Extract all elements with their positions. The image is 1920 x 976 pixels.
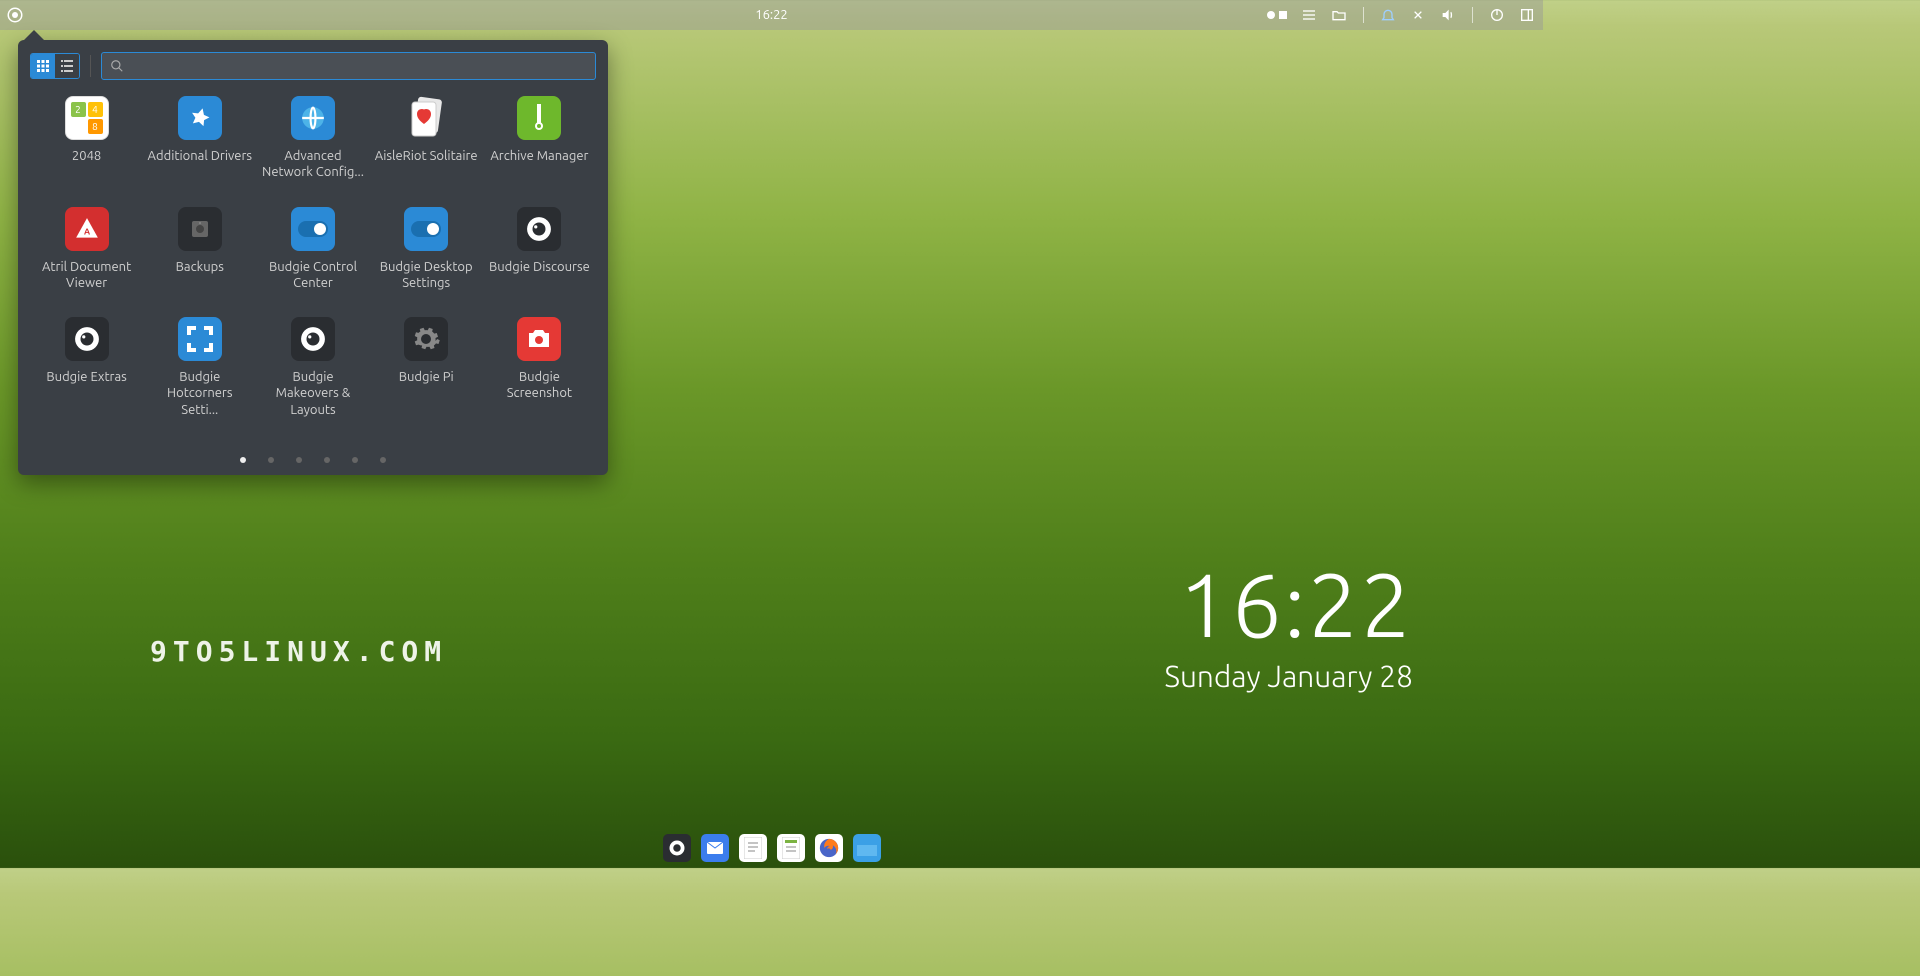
watermark-text: 9TO5LINUX.COM	[150, 635, 447, 668]
app-label: Advanced Network Config...	[260, 148, 365, 181]
app-additional-drivers[interactable]: Additional Drivers	[143, 96, 256, 181]
dock-firefox-icon[interactable]	[815, 834, 843, 862]
gear-icon	[404, 317, 448, 361]
dock-mail-icon[interactable]	[701, 834, 729, 862]
page-indicator	[240, 457, 386, 463]
budgie-logo-icon	[65, 317, 109, 361]
search-input[interactable]	[124, 59, 587, 73]
page-dot[interactable]	[352, 457, 358, 463]
page-dot[interactable]	[240, 457, 246, 463]
svg-text:A: A	[84, 226, 90, 236]
dock-budgie-icon[interactable]	[663, 834, 691, 862]
page-dot[interactable]	[296, 457, 302, 463]
app-2048[interactable]: 24 8 2048	[30, 96, 143, 181]
dock	[661, 832, 883, 864]
drivers-icon	[178, 96, 222, 140]
panel-clock[interactable]: 16:22	[755, 8, 788, 22]
budgie-menu-button[interactable]	[0, 0, 30, 30]
dock-notes-icon[interactable]	[777, 834, 805, 862]
page-dot[interactable]	[324, 457, 330, 463]
archive-icon	[517, 96, 561, 140]
list-view-button[interactable]	[55, 54, 79, 78]
app-desktop-settings[interactable]: Budgie Desktop Settings	[370, 207, 483, 292]
page-dot[interactable]	[380, 457, 386, 463]
app-grid: 24 8 2048 Additional Drivers Advanced Net…	[30, 96, 596, 426]
app-solitaire[interactable]: AisleRiot Solitaire	[370, 96, 483, 181]
app-makeovers[interactable]: Budgie Makeovers & Layouts	[256, 317, 369, 418]
app-label: Budgie Hotcorners Setti...	[147, 369, 252, 418]
app-label: Backups	[176, 259, 224, 275]
search-icon	[110, 59, 124, 73]
toggle-icon	[291, 207, 335, 251]
app-label: Budgie Makeovers & Layouts	[260, 369, 365, 418]
app-2048-icon: 24 8	[65, 96, 109, 140]
volume-icon[interactable]	[1440, 7, 1456, 23]
system-tray	[1267, 0, 1535, 30]
top-panel: 16:22	[0, 0, 1543, 30]
corners-icon	[178, 317, 222, 361]
tray-divider	[1472, 7, 1473, 23]
app-backups[interactable]: Backups	[143, 207, 256, 292]
app-label: Budgie Desktop Settings	[374, 259, 479, 292]
budgie-logo-icon	[291, 317, 335, 361]
menu-icon[interactable]	[1301, 7, 1317, 23]
app-label: Archive Manager	[490, 148, 588, 164]
app-label: Budgie Extras	[46, 369, 126, 385]
toggle-icon	[404, 207, 448, 251]
app-archive-manager[interactable]: Archive Manager	[483, 96, 596, 181]
camera-icon	[517, 317, 561, 361]
header-divider	[90, 55, 91, 77]
svg-text:2: 2	[75, 104, 81, 115]
network-icon[interactable]	[1410, 7, 1426, 23]
search-field-wrap[interactable]	[101, 52, 596, 80]
files-icon[interactable]	[1331, 7, 1347, 23]
power-icon[interactable]	[1489, 7, 1505, 23]
app-label: Additional Drivers	[148, 148, 252, 164]
app-menu: 24 8 2048 Additional Drivers Advanced Net…	[18, 40, 608, 475]
globe-icon	[291, 96, 335, 140]
app-pi[interactable]: Budgie Pi	[370, 317, 483, 418]
dock-files-icon[interactable]	[853, 834, 881, 862]
app-label: Budgie Control Center	[260, 259, 365, 292]
desktop-clock-widget: 16:22 Sunday January 28	[1165, 554, 1414, 693]
app-discourse[interactable]: Budgie Discourse	[483, 207, 596, 292]
recording-indicator-icon[interactable]	[1267, 11, 1287, 19]
sidebar-toggle-icon[interactable]	[1519, 7, 1535, 23]
app-control-center[interactable]: Budgie Control Center	[256, 207, 369, 292]
svg-text:8: 8	[92, 121, 98, 132]
app-label: Budgie Pi	[399, 369, 454, 385]
view-toggle	[30, 53, 80, 79]
budgie-logo-icon	[517, 207, 561, 251]
notifications-icon[interactable]	[1380, 7, 1396, 23]
app-extras[interactable]: Budgie Extras	[30, 317, 143, 418]
app-menu-header	[30, 52, 596, 80]
app-hotcorners[interactable]: Budgie Hotcorners Setti...	[143, 317, 256, 418]
page-dot[interactable]	[268, 457, 274, 463]
dock-text-editor-icon[interactable]	[739, 834, 767, 862]
grid-view-button[interactable]	[31, 54, 55, 78]
cards-icon	[404, 96, 448, 140]
svg-text:4: 4	[92, 104, 98, 115]
app-label: Budgie Screenshot	[487, 369, 592, 402]
tray-divider	[1363, 7, 1364, 23]
app-label: Budgie Discourse	[489, 259, 590, 275]
app-label: AisleRiot Solitaire	[375, 148, 478, 164]
app-network-config[interactable]: Advanced Network Config...	[256, 96, 369, 181]
desktop-clock-time: 16:22	[1165, 554, 1414, 655]
safe-icon	[178, 207, 222, 251]
pdf-icon: A	[65, 207, 109, 251]
app-screenshot[interactable]: Budgie Screenshot	[483, 317, 596, 418]
app-label: 2048	[72, 148, 101, 164]
app-atril[interactable]: A Atril Document Viewer	[30, 207, 143, 292]
desktop-clock-date: Sunday January 28	[1165, 659, 1414, 693]
app-label: Atril Document Viewer	[34, 259, 139, 292]
